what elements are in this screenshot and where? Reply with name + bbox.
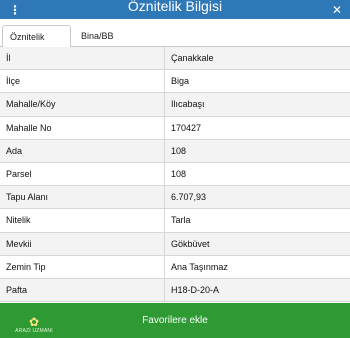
close-icon[interactable]: ✕ [330, 0, 344, 19]
add-to-favorites-button[interactable]: ✿ ARAZİ UZMANI Favorilere ekle [0, 303, 350, 338]
table-row: Nitelik Tarla [0, 209, 350, 233]
attribute-key: Ada [0, 139, 165, 162]
attribute-value: Biga [171, 76, 190, 87]
attribute-key: Mahalle/Köy [0, 93, 165, 116]
table-row: İlçe Biga [0, 70, 350, 94]
attribute-value: Ilıcabaşı [171, 99, 205, 110]
table-row: Mevkii Gökbüvet [0, 232, 350, 256]
logo-text: ARAZİ UZMANI [15, 328, 53, 334]
attribute-value: 6.707,93 [171, 192, 207, 203]
attribute-key: Nitelik [0, 209, 165, 232]
window-title-bar: ⋮ Öznitelik Bilgisi ✕ [0, 0, 350, 19]
add-to-favorites-label: Favorilere ekle [142, 315, 208, 326]
attribute-table: İl Çanakkale İlçe Biga Mahalle/Köy Ilıca… [0, 47, 350, 303]
attribute-key: İlçe [0, 70, 165, 93]
table-row: Mahalle No 170427 [0, 116, 350, 140]
attribute-value: 108 [171, 145, 187, 156]
attribute-value: Gökbüvet [171, 238, 210, 249]
vertical-dots-icon[interactable]: ⋮ [8, 0, 22, 19]
logo-mark-icon: ✿ [28, 315, 40, 329]
table-row: Ada 108 [0, 139, 350, 163]
attribute-key: Mevkii [0, 232, 165, 255]
table-row: Zemin Tip Ana Taşınmaz [0, 255, 350, 279]
attribute-value: Ana Taşınmaz [171, 261, 228, 272]
attribute-value: Çanakkale [171, 53, 214, 64]
attribute-value: Tarla [171, 215, 191, 226]
table-row: İl Çanakkale [0, 47, 350, 71]
attribute-value: 108 [171, 169, 187, 180]
attribute-key: İl [0, 47, 165, 70]
tab-bina-bb-listesi[interactable]: Bina/BB Listesi [74, 25, 144, 63]
attribute-key: Zemin Tip [0, 255, 165, 278]
tab-bar: Öznitelik Bilgisi Bina/BB Listesi [0, 19, 350, 64]
attribute-key: Mahalle No [0, 116, 165, 139]
tab-oznitelik-bilgisi[interactable]: Öznitelik Bilgisi [2, 25, 71, 64]
attribute-value: 170427 [171, 122, 202, 133]
attribute-key: Pafta [0, 278, 165, 302]
table-row: Parsel 108 [0, 162, 350, 187]
brand-logo: ✿ ARAZİ UZMANI [8, 308, 60, 334]
table-row: Tapu Alanı 6.707,93 [0, 186, 350, 210]
attribute-key: Parsel [0, 162, 165, 186]
page-title: Öznitelik Bilgisi [127, 0, 223, 14]
attribute-value: H18-D-20-A [171, 284, 220, 295]
table-row: Mahalle/Köy Ilıcabaşı [0, 93, 350, 117]
table-row: Pafta H18-D-20-A [0, 278, 350, 303]
attribute-key: Tapu Alanı [0, 186, 165, 209]
